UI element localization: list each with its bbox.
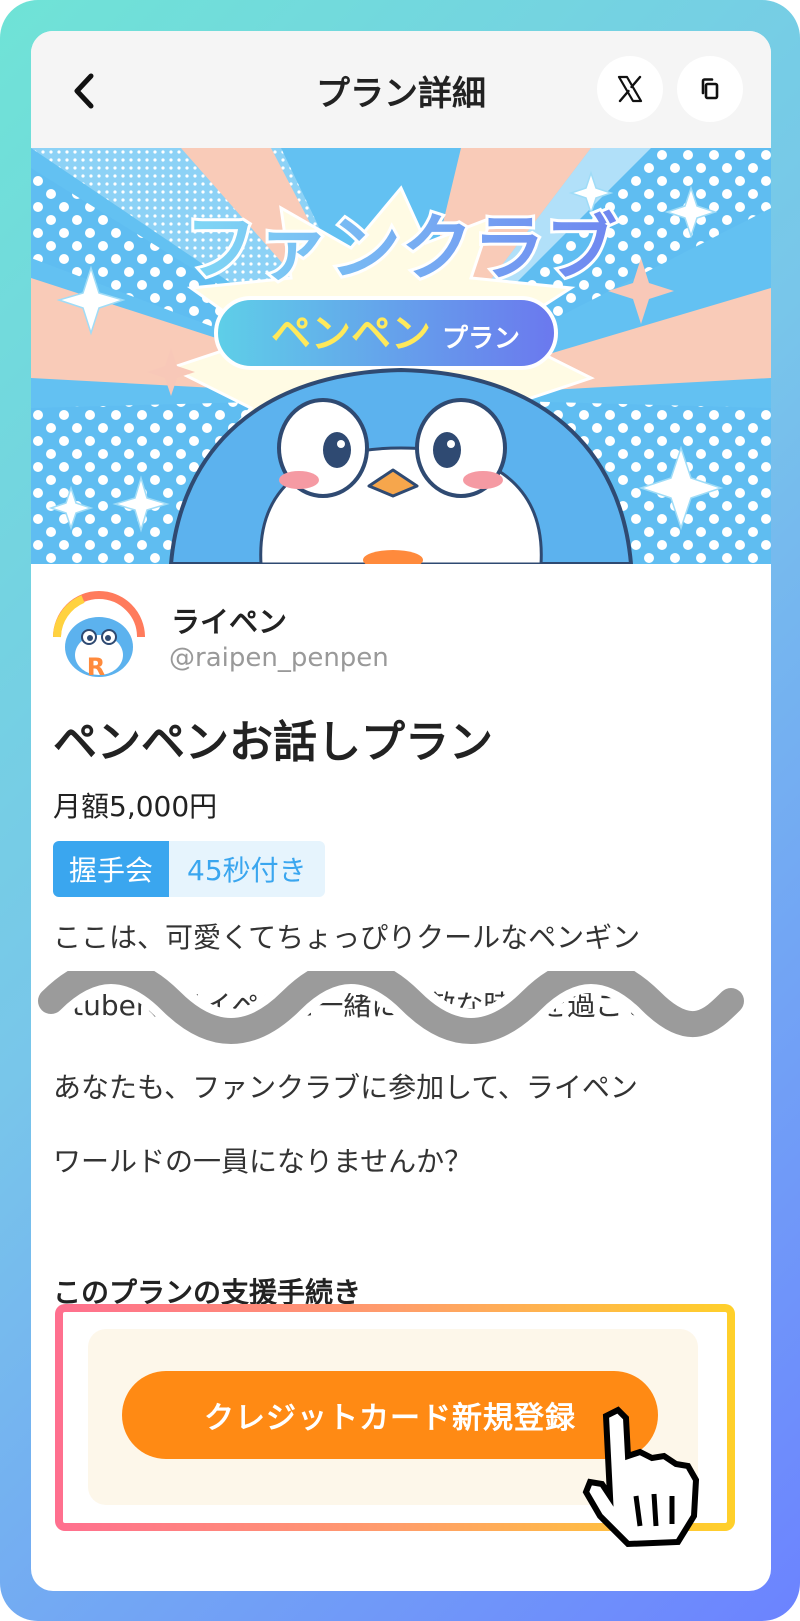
- description-line: ここは、可愛くてちょっぴりクールなペンギン: [53, 921, 641, 954]
- banner-title: ファンクラブ: [185, 206, 617, 290]
- tag-label: 握手会: [53, 841, 170, 897]
- description-line: あなたも、ファンクラブに参加して、ライペン: [53, 1071, 638, 1104]
- share-x-button[interactable]: [597, 56, 663, 122]
- plan-price: 月額5,000円: [53, 790, 218, 823]
- copy-icon: [701, 78, 719, 100]
- copy-link-button[interactable]: [677, 56, 743, 122]
- content-cut-wave: [31, 971, 753, 1053]
- plan-banner: ファンクラブ ペンペン プラン: [31, 148, 771, 564]
- top-bar: プラン詳細: [31, 31, 771, 148]
- banner-illustration: ファンクラブ ペンペン プラン: [31, 148, 771, 564]
- banner-subtitle-main: ペンペン: [271, 311, 431, 357]
- pointer-hand-icon: [582, 1406, 700, 1548]
- banner-subtitle-suffix: プラン: [442, 324, 520, 354]
- x-logo-icon: [617, 75, 643, 103]
- plan-benefit-tag: 握手会 45秒付き: [53, 841, 325, 897]
- plan-title: ペンペンお話しプラン: [53, 717, 493, 768]
- avatar-letter: R: [87, 653, 105, 681]
- description-line: ワールドの一員になりませんか？: [53, 1145, 473, 1178]
- app-screen: プラン詳細 ファンクラブ ペンペン プラン R ライペン @raipen_pen…: [31, 31, 771, 1591]
- creator-avatar[interactable]: R: [53, 591, 145, 687]
- creator-handle: @raipen_penpen: [169, 643, 389, 673]
- tag-detail: 45秒付き: [169, 841, 325, 897]
- creator-name[interactable]: ライペン: [171, 599, 287, 641]
